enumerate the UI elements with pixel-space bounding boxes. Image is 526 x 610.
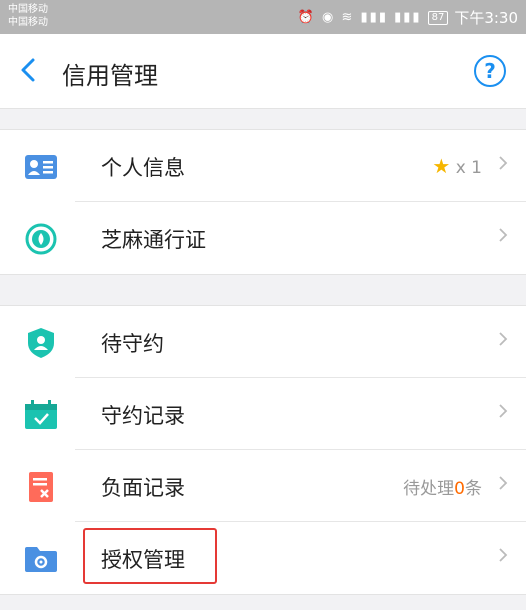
chevron-right-icon	[498, 155, 508, 171]
pending-count: 待处理0条	[403, 474, 482, 499]
battery-level: 87	[427, 10, 449, 25]
sesame-icon	[24, 223, 58, 255]
star-count-text: x 1	[455, 158, 482, 178]
row-label: 个人信息	[101, 156, 185, 180]
chevron-right-icon	[498, 475, 508, 491]
row-label: 待守约	[101, 332, 164, 356]
chevron-right-icon	[498, 547, 508, 563]
carrier-2: 中国移动	[8, 17, 48, 28]
document-x-icon	[24, 472, 58, 502]
row-label: 芝麻通行证	[101, 228, 206, 252]
chevron-right-icon	[498, 403, 508, 419]
row-content: 负面记录 待处理0条	[75, 450, 526, 522]
row-label: 负面记录	[101, 476, 185, 500]
section-profile: 个人信息 ★ x 1 芝麻通行证	[0, 129, 526, 274]
section-gap	[0, 109, 526, 129]
chevron-right-icon	[498, 227, 508, 243]
page-title: 信用管理	[62, 62, 158, 90]
carrier-1: 中国移动	[8, 4, 48, 15]
status-right: ⏰ ◉ ≋ ▮▮▮ ▮▮▮ 87 下午3:30	[298, 7, 518, 28]
clock: 下午3:30	[454, 9, 518, 27]
shield-person-icon	[24, 328, 58, 358]
row-label: 授权管理	[101, 548, 185, 572]
section-gap	[0, 274, 526, 306]
row-content: 授权管理	[75, 522, 526, 594]
chevron-right-icon	[498, 331, 508, 347]
status-icons: ⏰ ◉ ≋ ▮▮▮ ▮▮▮	[297, 10, 422, 25]
row-content: 守约记录	[75, 378, 526, 450]
help-icon[interactable]: ?	[474, 55, 506, 87]
carrier-info: 中国移动 中国移动	[8, 3, 48, 29]
row-content: 个人信息 ★ x 1	[75, 130, 526, 202]
folder-gear-icon	[24, 544, 58, 574]
section-records: 待守约 守约记录 负面记录 待处理0条 授权管理	[0, 306, 526, 594]
row-label: 守约记录	[101, 404, 185, 428]
star-icon: ★	[432, 154, 451, 178]
pending-prefix: 待处理	[403, 479, 455, 499]
star-count: ★ x 1	[432, 154, 482, 178]
list-item-pending[interactable]: 待守约	[0, 306, 526, 378]
status-bar: 中国移动 中国移动 ⏰ ◉ ≋ ▮▮▮ ▮▮▮ 87 下午3:30	[0, 0, 526, 34]
list-item-compliance-record[interactable]: 守约记录	[0, 378, 526, 450]
list-item-personal-info[interactable]: 个人信息 ★ x 1	[0, 130, 526, 202]
chevron-left-icon[interactable]	[18, 57, 38, 83]
calendar-check-icon	[24, 400, 58, 430]
pending-suffix: 条	[465, 479, 482, 499]
id-card-icon	[24, 152, 58, 182]
header: 信用管理 ?	[0, 34, 526, 109]
row-content: 芝麻通行证	[75, 202, 526, 274]
pending-count-value: 0	[454, 479, 465, 499]
list-item-authorization[interactable]: 授权管理	[0, 522, 526, 594]
row-content: 待守约	[75, 306, 526, 378]
list-item-negative-record[interactable]: 负面记录 待处理0条	[0, 450, 526, 522]
list-item-sesame-pass[interactable]: 芝麻通行证	[0, 202, 526, 274]
